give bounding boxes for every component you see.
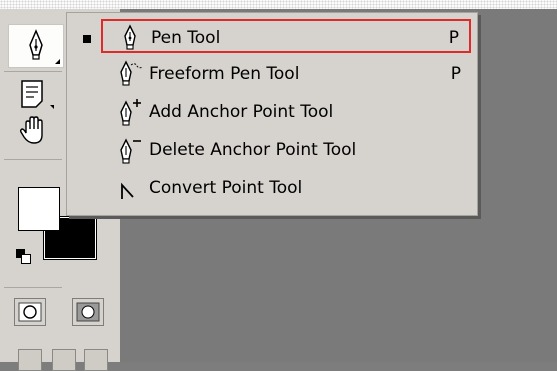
pen-tool-flyout-menu: Pen Tool P Freeform Pen Tool P Add Ancho… <box>66 12 478 216</box>
divider <box>4 287 62 288</box>
menu-item-convert-point-tool[interactable]: Convert Point Tool <box>101 171 471 205</box>
selected-bullet-icon <box>83 35 91 43</box>
default-colors-icon[interactable] <box>16 249 31 264</box>
quick-mask-mode-button[interactable] <box>72 298 104 326</box>
hand-tool-button[interactable] <box>16 113 62 149</box>
menu-item-label: Convert Point Tool <box>149 178 303 198</box>
full-screen-menu-mode-button[interactable] <box>52 349 76 371</box>
menu-item-label: Freeform Pen Tool <box>149 64 300 84</box>
hand-icon <box>19 116 43 144</box>
divider <box>4 71 62 72</box>
standard-mode-icon <box>18 302 42 322</box>
submenu-indicator-icon <box>55 59 60 64</box>
menu-item-shortcut: P <box>450 64 461 84</box>
notes-icon <box>21 80 54 109</box>
menu-item-label: Pen Tool <box>151 28 221 48</box>
pen-icon <box>124 24 136 50</box>
menu-item-freeform-pen-tool[interactable]: Freeform Pen Tool P <box>101 57 471 91</box>
freeform-pen-icon <box>120 60 143 86</box>
pen-tool-button[interactable] <box>8 24 64 68</box>
menu-item-add-anchor-point-tool[interactable]: Add Anchor Point Tool <box>101 95 471 129</box>
add-anchor-point-icon <box>120 99 141 126</box>
menu-item-shortcut: P <box>448 28 459 48</box>
menu-item-label: Add Anchor Point Tool <box>149 102 334 122</box>
delete-anchor-point-icon <box>120 138 141 164</box>
menu-item-label: Delete Anchor Point Tool <box>149 140 357 160</box>
full-screen-mode-button[interactable] <box>84 349 108 371</box>
notes-tool-button[interactable] <box>16 77 62 113</box>
top-border <box>0 0 557 9</box>
divider <box>4 159 62 160</box>
foreground-color-swatch[interactable] <box>18 187 60 231</box>
standard-screen-mode-button[interactable] <box>18 349 42 371</box>
menu-item-pen-tool[interactable]: Pen Tool P <box>101 19 471 53</box>
menu-item-delete-anchor-point-tool[interactable]: Delete Anchor Point Tool <box>101 133 471 167</box>
convert-point-icon <box>121 182 134 199</box>
standard-mode-button[interactable] <box>14 298 46 326</box>
quick-mask-icon <box>76 302 100 322</box>
